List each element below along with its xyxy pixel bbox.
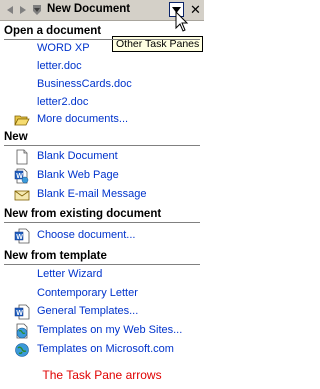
divider [4, 222, 200, 223]
blank-web-page-label: Blank Web Page [37, 169, 119, 181]
word-document-icon: W [14, 228, 30, 244]
svg-text:W: W [16, 234, 23, 241]
new-document-icon [31, 4, 43, 16]
mouse-cursor-icon [175, 11, 189, 32]
letter-wizard-label: Letter Wizard [37, 268, 103, 280]
section-heading-open: Open a document [4, 25, 102, 37]
blank-web-page-link[interactable]: W Blank Web Page [0, 167, 204, 185]
more-documents-label: More documents... [37, 113, 129, 125]
templates-microsoft-label: Templates on Microsoft.com [37, 343, 174, 355]
divider [4, 145, 200, 146]
choose-document-label: Choose document... [37, 229, 136, 241]
task-pane: New Document ✕ Other Task Panes Open a d… [0, 0, 204, 360]
templates-microsoft-link[interactable]: Templates on Microsoft.com [0, 341, 204, 359]
recent-document-link[interactable]: WORD XP [0, 40, 204, 58]
close-button[interactable]: ✕ [189, 2, 202, 17]
recent-document-label: letter2.doc [37, 96, 89, 108]
recent-document-link[interactable]: letter2.doc [0, 94, 204, 112]
letter-wizard-link[interactable]: Letter Wizard [0, 266, 204, 284]
blank-email-message-label: Blank E-mail Message [37, 188, 147, 200]
contemporary-letter-link[interactable]: Contemporary Letter [0, 285, 204, 303]
web-page-icon: W [14, 168, 29, 184]
recent-document-link[interactable]: letter.doc [0, 58, 204, 76]
back-arrow-icon[interactable] [4, 4, 16, 16]
blank-document-label: Blank Document [37, 150, 118, 162]
contemporary-letter-label: Contemporary Letter [37, 287, 138, 299]
blank-document-link[interactable]: Blank Document [0, 148, 204, 166]
general-templates-label: General Templates... [37, 305, 139, 317]
email-envelope-icon [14, 190, 30, 201]
section-heading-existing: New from existing document [4, 208, 162, 220]
open-folder-icon [14, 115, 30, 126]
section-heading-template: New from template [4, 250, 107, 262]
svg-text:W: W [16, 310, 23, 317]
pane-title: New Document [47, 3, 131, 15]
more-documents-link[interactable]: More documents... [0, 111, 204, 129]
recent-document-link[interactable]: BusinessCards.doc [0, 76, 204, 94]
caption-text: The Task Pane arrows [42, 368, 162, 382]
recent-document-label: letter.doc [37, 60, 82, 72]
task-pane-titlebar: New Document ✕ [0, 0, 204, 21]
section-heading-new: New [4, 131, 28, 143]
blank-email-message-link[interactable]: Blank E-mail Message [0, 186, 204, 204]
divider [4, 264, 200, 265]
templates-web-sites-link[interactable]: Templates on my Web Sites... [0, 322, 204, 340]
choose-document-link[interactable]: W Choose document... [0, 227, 204, 245]
blank-document-icon [16, 149, 28, 165]
templates-web-sites-label: Templates on my Web Sites... [37, 324, 183, 336]
general-templates-link[interactable]: W General Templates... [0, 303, 204, 321]
globe-icon [15, 343, 29, 357]
forward-arrow-icon[interactable] [17, 4, 29, 16]
recent-document-label: BusinessCards.doc [37, 78, 132, 90]
templates-icon: W [14, 304, 30, 320]
recent-document-label: WORD XP [37, 42, 90, 54]
globe-document-icon [16, 323, 28, 339]
